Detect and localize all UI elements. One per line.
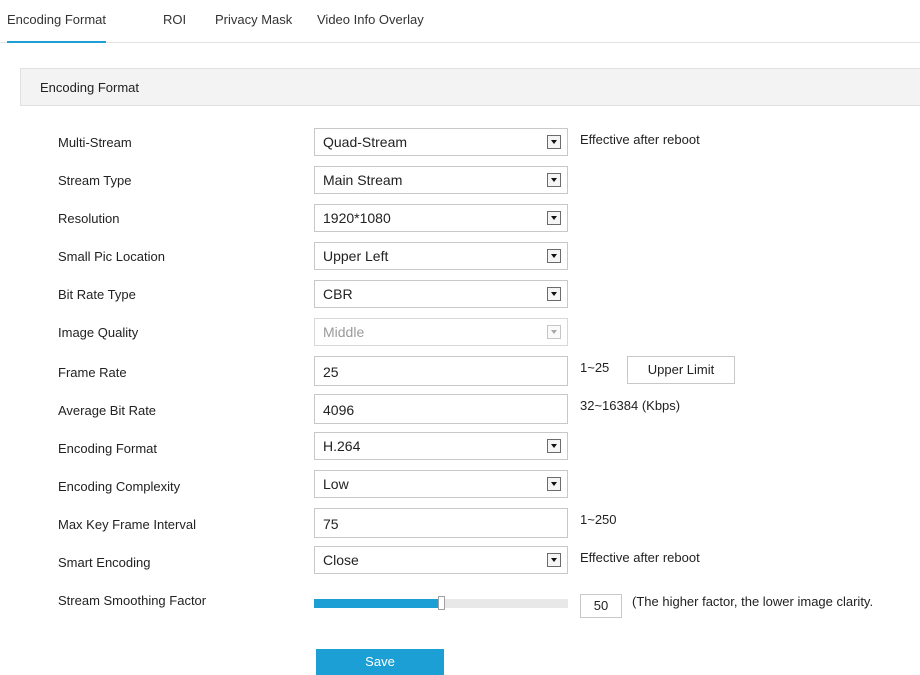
small-pic-location-select[interactable]: Upper Left	[314, 242, 568, 270]
encoding-complexity-value: Low	[323, 476, 349, 492]
multi-stream-label: Multi-Stream	[58, 135, 132, 150]
max-key-frame-interval-label: Max Key Frame Interval	[58, 517, 196, 532]
image-quality-value: Middle	[323, 324, 365, 340]
average-bit-rate-value: 4096	[323, 402, 355, 418]
stream-smoothing-factor-label: Stream Smoothing Factor	[58, 593, 207, 608]
resolution-value: 1920*1080	[323, 210, 391, 226]
smart-encoding-select[interactable]: Close	[314, 546, 568, 574]
resolution-select[interactable]: 1920*1080	[314, 204, 568, 232]
smart-encoding-value: Close	[323, 552, 359, 568]
average-bit-rate-label: Average Bit Rate	[58, 403, 157, 418]
chevron-down-icon	[547, 439, 561, 453]
tab-roi[interactable]: ROI	[163, 12, 186, 42]
frame-rate-row: Frame Rate 25 1~25 Upper Limit	[0, 356, 920, 386]
image-quality-label: Image Quality	[58, 325, 139, 340]
chevron-down-icon	[547, 553, 561, 567]
max-key-frame-interval-row: Max Key Frame Interval 75 1~250	[0, 508, 920, 538]
stream-smoothing-slider[interactable]	[314, 596, 568, 610]
small-pic-location-value: Upper Left	[323, 248, 389, 264]
chevron-down-icon	[547, 135, 561, 149]
bit-rate-type-label: Bit Rate Type	[58, 287, 136, 302]
chevron-down-icon	[547, 325, 561, 339]
section-header: Encoding Format	[20, 68, 920, 106]
multi-stream-value: Quad-Stream	[323, 134, 408, 150]
smart-encoding-note: Effective after reboot	[580, 550, 700, 565]
save-button[interactable]: Save	[316, 649, 444, 675]
tab-privacy-mask[interactable]: Privacy Mask	[215, 12, 292, 42]
stream-type-select[interactable]: Main Stream	[314, 166, 568, 194]
bit-rate-type-select[interactable]: CBR	[314, 280, 568, 308]
chevron-down-icon	[547, 211, 561, 225]
max-key-frame-interval-input[interactable]: 75	[314, 508, 568, 538]
small-pic-location-label: Small Pic Location	[58, 249, 165, 264]
encoding-complexity-label: Encoding Complexity	[58, 479, 181, 494]
chevron-down-icon	[547, 249, 561, 263]
frame-rate-label: Frame Rate	[58, 365, 127, 380]
tab-encoding-format[interactable]: Encoding Format	[7, 12, 106, 43]
slider-handle[interactable]	[438, 596, 445, 610]
chevron-down-icon	[547, 287, 561, 301]
tab-bar: Encoding Format ROI Privacy Mask Video I…	[0, 0, 920, 43]
section-title: Encoding Format	[40, 80, 139, 95]
stream-type-row: Stream Type Main Stream	[0, 166, 920, 196]
average-bit-rate-range: 32~16384 (Kbps)	[580, 398, 681, 413]
stream-smoothing-value-box[interactable]: 50	[580, 594, 622, 618]
bit-rate-type-value: CBR	[323, 286, 353, 302]
encoding-format-label: Encoding Format	[58, 441, 157, 456]
average-bit-rate-row: Average Bit Rate 4096 32~16384 (Kbps)	[0, 394, 920, 424]
smart-encoding-row: Smart Encoding Close Effective after reb…	[0, 546, 920, 576]
small-pic-location-row: Small Pic Location Upper Left	[0, 242, 920, 272]
tab-video-info-overlay[interactable]: Video Info Overlay	[317, 12, 424, 42]
chevron-down-icon	[547, 173, 561, 187]
max-key-frame-interval-range: 1~250	[580, 512, 617, 527]
bit-rate-type-row: Bit Rate Type CBR	[0, 280, 920, 310]
encoding-settings-page: Encoding Format ROI Privacy Mask Video I…	[0, 0, 920, 675]
stream-smoothing-note: (The higher factor, the lower image clar…	[632, 594, 874, 609]
encoding-complexity-select[interactable]: Low	[314, 470, 568, 498]
encoding-format-row: Encoding Format H.264	[0, 432, 920, 462]
encoding-format-select[interactable]: H.264	[314, 432, 568, 460]
multi-stream-row: Multi-Stream Quad-Stream Effective after…	[0, 128, 920, 158]
frame-rate-input[interactable]: 25	[314, 356, 568, 386]
max-key-frame-interval-value: 75	[323, 516, 339, 532]
encoding-complexity-row: Encoding Complexity Low	[0, 470, 920, 500]
multi-stream-note: Effective after reboot	[580, 132, 700, 147]
smart-encoding-label: Smart Encoding	[58, 555, 151, 570]
stream-type-label: Stream Type	[58, 173, 132, 188]
resolution-row: Resolution 1920*1080	[0, 204, 920, 234]
slider-fill	[314, 599, 441, 608]
frame-rate-value: 25	[323, 364, 339, 380]
image-quality-row: Image Quality Middle	[0, 318, 920, 348]
multi-stream-select[interactable]: Quad-Stream	[314, 128, 568, 156]
upper-limit-button[interactable]: Upper Limit	[627, 356, 735, 384]
stream-type-value: Main Stream	[323, 172, 403, 188]
average-bit-rate-input[interactable]: 4096	[314, 394, 568, 424]
frame-rate-range: 1~25	[580, 360, 610, 375]
encoding-format-value: H.264	[323, 438, 361, 454]
stream-smoothing-factor-row: Stream Smoothing Factor 50 (The higher f…	[0, 584, 920, 624]
resolution-label: Resolution	[58, 211, 120, 226]
image-quality-select: Middle	[314, 318, 568, 346]
chevron-down-icon	[547, 477, 561, 491]
